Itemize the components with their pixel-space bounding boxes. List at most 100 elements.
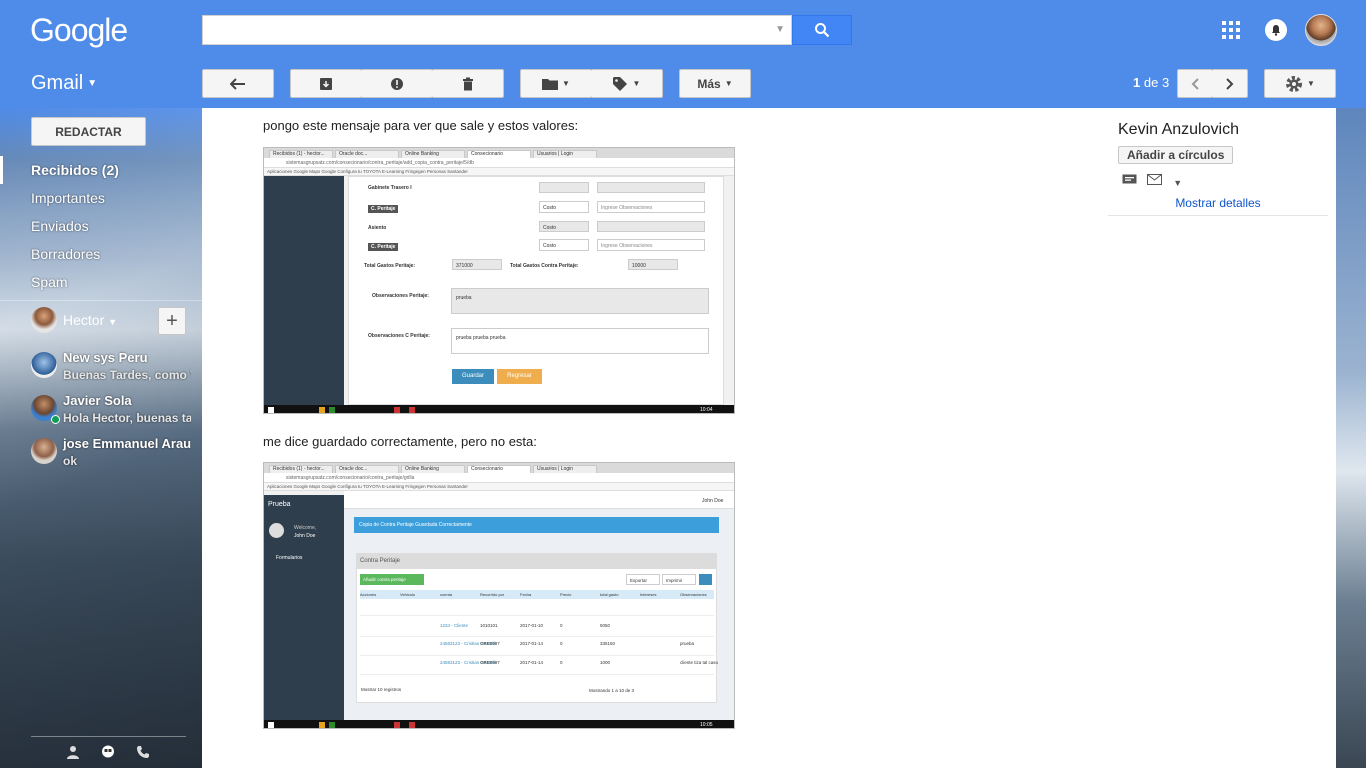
search-options-icon[interactable]: ▼ bbox=[775, 24, 785, 35]
notifications-bell-icon[interactable] bbox=[1265, 19, 1287, 41]
phone-icon[interactable] bbox=[136, 745, 150, 763]
arrow-left-icon bbox=[230, 77, 245, 90]
total-gastos-label: Total Gastos Peritaje: bbox=[364, 263, 416, 269]
chevron-down-icon: ▼ bbox=[1307, 79, 1315, 88]
archive-button[interactable] bbox=[290, 69, 362, 98]
app-sidebar: Prueba Welcome, John Doe Formularios bbox=[264, 495, 344, 720]
contact-item[interactable]: jose Emmanuel Arau ok bbox=[31, 436, 191, 476]
obs-c-peritaje-textarea: prueba prueba prueba bbox=[451, 328, 709, 354]
background-right bbox=[1336, 108, 1366, 768]
add-to-circles-button[interactable]: Añadir a círculos bbox=[1118, 146, 1234, 164]
contact-name: Javier Sola bbox=[63, 393, 132, 408]
contacts-person-icon[interactable] bbox=[66, 745, 80, 763]
cost-field: Costo bbox=[539, 239, 589, 251]
gmail-label: Gmail bbox=[31, 72, 84, 94]
attached-screenshot-2[interactable]: Recibidos (1) - hector... Oracle doc... … bbox=[263, 462, 735, 729]
grid-title-bar: Contra Peritaje bbox=[356, 553, 717, 569]
sender-name: Kevin Anzulovich bbox=[1118, 121, 1239, 138]
windows-taskbar: 10:04 bbox=[264, 405, 734, 413]
browser-tab: Oracle doc... bbox=[335, 465, 399, 473]
windows-taskbar: 10:05 bbox=[264, 720, 734, 728]
message-body-line-1: pongo este mensaje para ver que sale y e… bbox=[263, 118, 579, 133]
browser-tab: Consecionario bbox=[467, 465, 531, 473]
move-to-button[interactable]: ▼ bbox=[520, 69, 592, 98]
hangouts-quote-icon[interactable] bbox=[101, 745, 115, 763]
contact-item[interactable]: Javier Sola Hola Hector, buenas tar bbox=[31, 393, 191, 433]
nav-item-important[interactable]: Importantes bbox=[0, 184, 202, 212]
older-button[interactable] bbox=[1212, 69, 1248, 98]
chevron-right-icon bbox=[1225, 77, 1233, 90]
nav-item-drafts[interactable]: Borradores bbox=[0, 240, 202, 268]
browser-address-bar: sistemasgrupsatz.com/consecionario/contr… bbox=[264, 158, 734, 168]
total-gastos-field: 371000 bbox=[452, 259, 502, 270]
newer-button[interactable] bbox=[1177, 69, 1213, 98]
browser-tab: Usuarios | Login bbox=[533, 465, 597, 473]
success-alert: Copia de Contra Peritaje Guardada Correc… bbox=[354, 517, 719, 533]
attached-screenshot-1[interactable]: Recibidos (1) - hector... Oracle doc... … bbox=[263, 147, 735, 414]
browser-tab-strip: Recibidos (1) - hector... Oracle doc... … bbox=[264, 463, 734, 473]
cost-field bbox=[539, 182, 589, 193]
labels-button[interactable]: ▼ bbox=[591, 69, 663, 98]
contact-status: ok bbox=[63, 454, 78, 468]
folder-icon bbox=[542, 78, 559, 90]
browser-bookmarks: Aplicaciones Google Maps Google Configur… bbox=[264, 168, 734, 176]
report-spam-button[interactable] bbox=[361, 69, 433, 98]
back-button[interactable] bbox=[202, 69, 274, 98]
email-icon[interactable] bbox=[1146, 174, 1166, 189]
account-avatar[interactable] bbox=[1305, 14, 1337, 46]
settings-button[interactable]: ▼ bbox=[1264, 69, 1336, 98]
compose-button[interactable]: REDACTAR bbox=[31, 117, 146, 146]
nav-item-inbox[interactable]: Recibidos (2) bbox=[0, 156, 202, 184]
nav-item-spam[interactable]: Spam bbox=[0, 268, 202, 296]
grid-header: Acciones Vehiculo cuenta Recorrido por F… bbox=[360, 590, 714, 599]
more-button[interactable]: Más ▼ bbox=[679, 69, 751, 98]
new-chat-button[interactable]: + bbox=[158, 307, 186, 335]
hangouts-footer bbox=[31, 736, 186, 768]
user-name: Hector ▼ bbox=[63, 312, 118, 328]
browser-tab: Consecionario bbox=[467, 150, 531, 158]
contact-avatar bbox=[31, 438, 57, 464]
contact-name: New sys Peru bbox=[63, 350, 148, 365]
search-button[interactable] bbox=[792, 15, 852, 45]
obs-field: Ingrese Observaciones bbox=[597, 239, 705, 251]
archive-icon bbox=[320, 77, 332, 90]
form-row-label: Gabinete Trasero I bbox=[368, 185, 412, 191]
folder-nav: Recibidos (2) Importantes Enviados Borra… bbox=[0, 156, 202, 296]
add-contra-peritaje-button: Añadir contra peritaje bbox=[360, 574, 424, 585]
chevron-down-icon: ▼ bbox=[87, 78, 98, 90]
user-avatar bbox=[31, 307, 57, 333]
chevron-left-icon bbox=[1191, 77, 1199, 90]
contact-avatar bbox=[31, 352, 57, 378]
obs-field bbox=[597, 221, 705, 232]
obs-peritaje-textarea: prueba bbox=[451, 288, 709, 314]
cperitaje-badge: C. Peritaje bbox=[368, 243, 399, 251]
google-logo[interactable]: Google bbox=[30, 12, 128, 49]
gmail-switcher[interactable]: Gmail ▼ bbox=[31, 72, 97, 95]
browser-tab: Online Banking bbox=[401, 465, 465, 473]
search-input[interactable]: ▼ bbox=[202, 15, 792, 45]
apps-grid-icon[interactable] bbox=[1222, 21, 1240, 39]
cost-field: Costo bbox=[539, 201, 589, 213]
pagination-info: 1 de 3 bbox=[1133, 75, 1169, 90]
message-body-line-2: me dice guardado correctamente, pero no … bbox=[263, 434, 537, 449]
show-details-link[interactable]: Mostrar detalles bbox=[1108, 196, 1328, 210]
app-sidebar bbox=[264, 176, 344, 405]
browser-tab: Recibidos (1) - hector... bbox=[269, 150, 333, 158]
online-status-icon bbox=[51, 415, 60, 424]
app-topnav: John Doe bbox=[344, 491, 734, 509]
chevron-down-icon: ▼ bbox=[562, 79, 570, 88]
page-current: 1 bbox=[1133, 75, 1141, 90]
obs-c-peritaje-label: Observaciones C Peritaje: bbox=[368, 333, 430, 339]
form-row-label: Asiento bbox=[368, 225, 387, 231]
table-row: 1234 - Cliente 1010101 2017-01-10 0 5050 bbox=[360, 620, 714, 637]
nav-item-sent[interactable]: Enviados bbox=[0, 212, 202, 240]
sender-actions: ▼ bbox=[1122, 174, 1182, 189]
guardar-button: Guardar bbox=[452, 369, 494, 384]
delete-button[interactable] bbox=[432, 69, 504, 98]
sidebar-divider bbox=[0, 300, 202, 301]
chevron-down-icon: ▼ bbox=[724, 79, 733, 88]
contact-item[interactable]: New sys Peru Buenas Tardes, como V bbox=[31, 350, 191, 390]
chat-icon[interactable] bbox=[1122, 174, 1141, 189]
chevron-down-icon[interactable]: ▼ bbox=[1173, 178, 1182, 188]
print-button: Imprimir bbox=[662, 574, 696, 585]
